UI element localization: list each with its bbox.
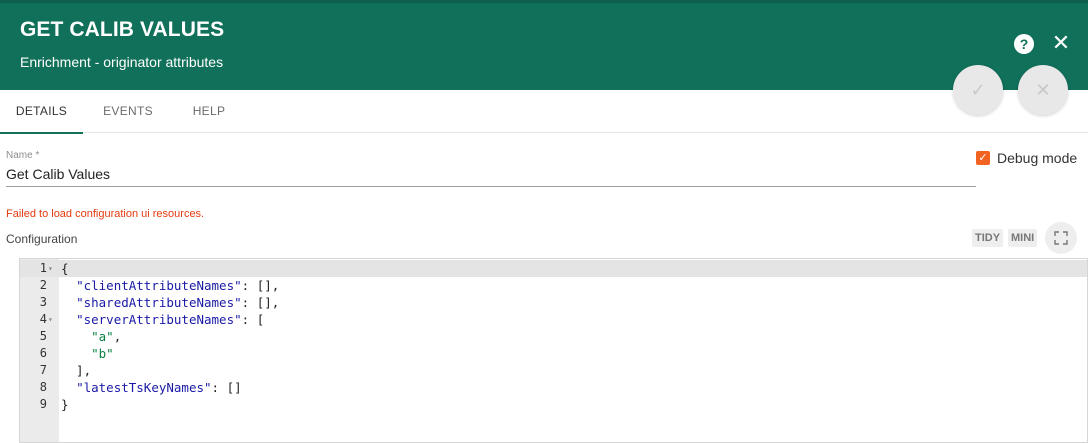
line-number: 5 [39, 329, 47, 343]
mini-button[interactable]: MINI [1008, 229, 1038, 247]
editor-line[interactable]: 9} [20, 396, 1087, 413]
code-text: { [61, 261, 69, 276]
header-top-strip [0, 0, 1088, 3]
tidy-button[interactable]: TIDY [972, 229, 1004, 247]
editor-line[interactable]: 7 ], [20, 362, 1087, 379]
line-number: 4 [39, 312, 47, 326]
fold-toggle-icon[interactable]: ▾ [48, 311, 53, 328]
code-text: ], [61, 363, 92, 378]
line-number: 6 [39, 346, 47, 360]
name-field[interactable]: Get Calib Values [6, 166, 110, 182]
line-number: 7 [39, 363, 47, 377]
code-text: "latestTsKeyNames": [] [76, 380, 242, 395]
editor-line[interactable]: 8 "latestTsKeyNames": [] [20, 379, 1087, 396]
debug-mode-checkbox[interactable]: ✓ [976, 151, 990, 165]
line-number: 8 [39, 380, 47, 394]
code-text: "sharedAttributeNames": [], [76, 295, 280, 310]
editor-line[interactable]: 4 ▾ "serverAttributeNames": [ [20, 311, 1087, 328]
line-number: 9 [39, 397, 47, 411]
code-text: "a", [91, 329, 122, 344]
dialog-header: GET CALIB VALUES Enrichment - originator… [0, 0, 1088, 90]
tab-bar: DETAILS EVENTS HELP [0, 90, 1088, 134]
close-icon[interactable]: ✕ [1050, 32, 1072, 54]
tab-details[interactable]: DETAILS [0, 90, 83, 134]
fullscreen-icon[interactable] [1045, 222, 1077, 254]
json-editor[interactable]: 1 ▾{2 "clientAttributeNames": [], 3 "share… [19, 258, 1088, 443]
editor-line[interactable]: 5 "a", [20, 328, 1087, 345]
tab-help[interactable]: HELP [180, 90, 238, 133]
editor-line[interactable]: 3 "sharedAttributeNames": [], [20, 294, 1087, 311]
dialog-subtitle: Enrichment - originator attributes [20, 54, 224, 70]
editor-line[interactable]: 1 ▾ { [20, 260, 1087, 277]
error-message: Failed to load configuration ui resource… [6, 208, 205, 220]
code-text: "serverAttributeNames": [ [76, 312, 265, 327]
code-text: "b" [91, 346, 114, 361]
configuration-label: Configuration [6, 232, 78, 246]
line-number: 3 [39, 295, 47, 309]
line-number: 1 [39, 261, 47, 275]
tab-events[interactable]: EVENTS [94, 90, 162, 133]
fold-toggle-icon[interactable]: ▾ [48, 260, 53, 277]
code-text: "clientAttributeNames": [], [76, 278, 280, 293]
fullscreen-glyph [1054, 231, 1068, 245]
line-number: 2 [39, 278, 47, 292]
dialog-title: GET CALIB VALUES [20, 18, 225, 41]
editor-line[interactable]: 2 "clientAttributeNames": [], [20, 277, 1087, 294]
debug-mode-label[interactable]: Debug mode [997, 150, 1077, 166]
editor-line[interactable]: 6 "b" [20, 345, 1087, 362]
help-icon[interactable]: ? [1014, 34, 1034, 54]
name-field-label: Name * [6, 150, 40, 161]
name-field-underline [6, 186, 976, 187]
code-text: } [61, 397, 69, 412]
